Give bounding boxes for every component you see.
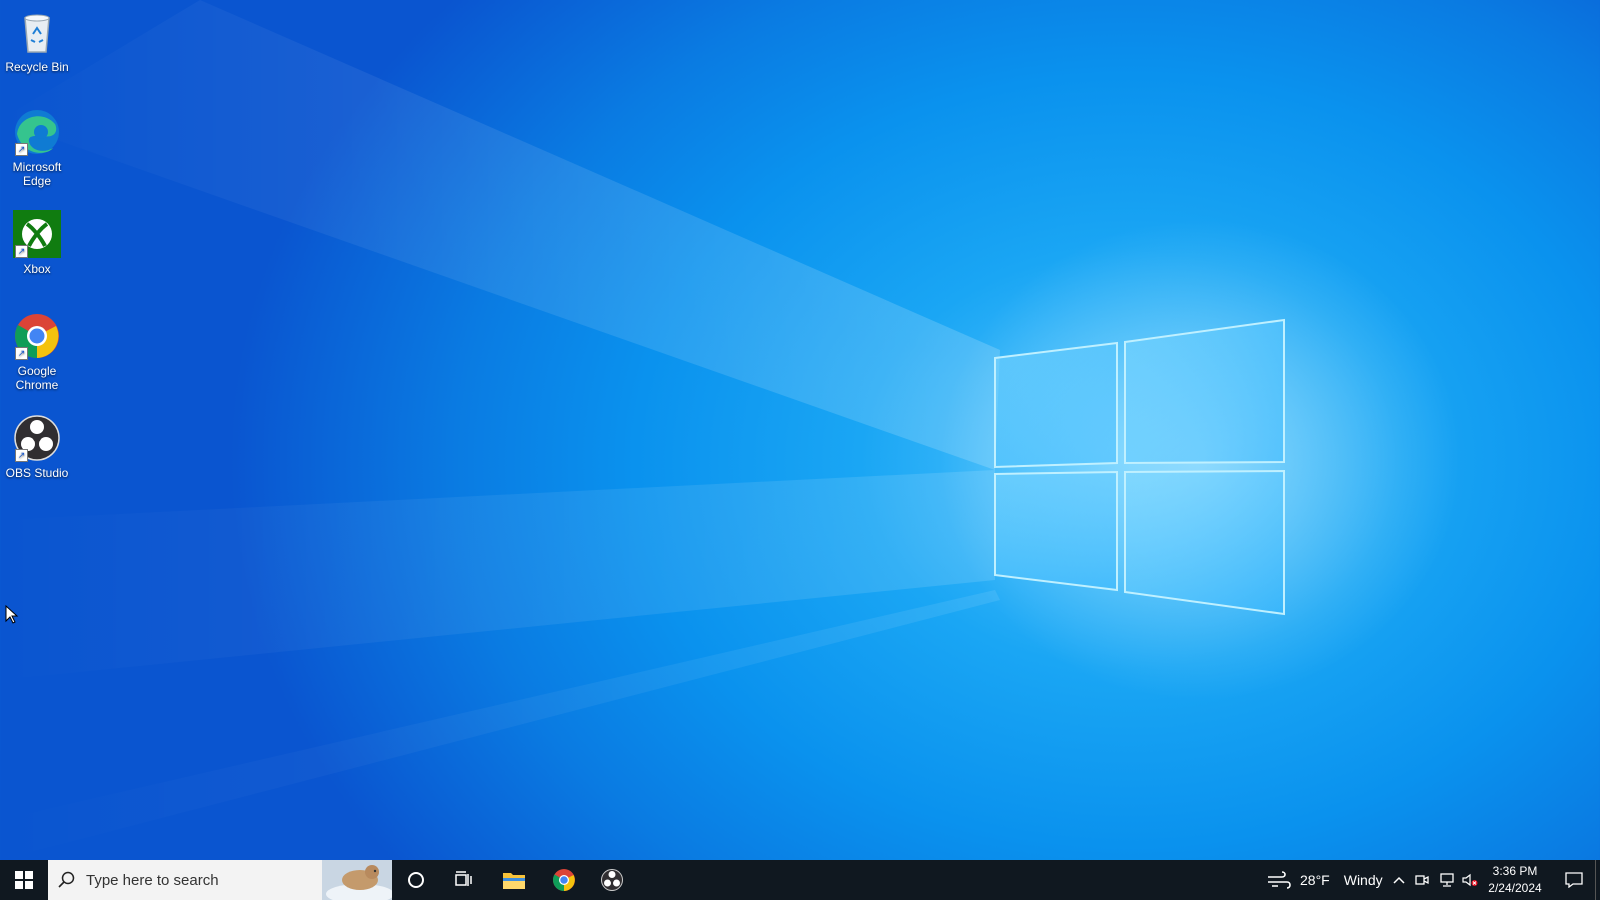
network-icon bbox=[1440, 873, 1454, 887]
task-view-icon bbox=[455, 871, 472, 886]
cortana-button[interactable] bbox=[392, 860, 440, 900]
shortcut-arrow-icon: ↗ bbox=[15, 143, 28, 156]
shortcut-arrow-icon: ↗ bbox=[15, 449, 28, 462]
chrome-taskbar-button[interactable] bbox=[540, 860, 588, 900]
search-box[interactable]: Type here to search bbox=[48, 860, 392, 900]
start-icon bbox=[15, 871, 33, 889]
notification-icon bbox=[1565, 872, 1583, 888]
task-view-button[interactable] bbox=[440, 860, 488, 900]
search-icon bbox=[58, 871, 75, 888]
recycle-bin-icon bbox=[13, 8, 61, 56]
volume-button[interactable] bbox=[1460, 860, 1480, 900]
file-explorer-icon bbox=[503, 873, 525, 889]
cortana-icon bbox=[408, 872, 424, 888]
clock[interactable]: 3:36 PM 2/24/2024 bbox=[1480, 863, 1550, 897]
light-beam bbox=[0, 470, 995, 680]
wallpaper bbox=[0, 0, 1460, 860]
xbox-icon: ↗ bbox=[13, 210, 61, 258]
camera-icon bbox=[1415, 875, 1429, 885]
edge-icon: ↗ bbox=[13, 108, 61, 156]
desktop-icon-label: Microsoft Edge bbox=[12, 160, 62, 188]
chevron-up-icon bbox=[1393, 876, 1405, 884]
chrome-icon: ↗ bbox=[13, 312, 61, 360]
desktop[interactable]: Recycle Bin ↗ Microsoft Edge ↗ Xbox ↗ Go… bbox=[0, 0, 1600, 860]
chrome-icon bbox=[553, 869, 575, 891]
obs-taskbar-button[interactable] bbox=[588, 860, 636, 900]
desktop-icon-label: Recycle Bin bbox=[5, 60, 69, 74]
desktop-icon-recycle-bin[interactable]: Recycle Bin bbox=[0, 8, 74, 74]
desktop-icon-google-chrome[interactable]: ↗ Google Chrome bbox=[0, 312, 74, 392]
search-highlight-image bbox=[322, 860, 392, 900]
network-button[interactable] bbox=[1436, 860, 1458, 900]
action-center-button[interactable] bbox=[1554, 860, 1594, 900]
weather-condition: Windy bbox=[1343, 872, 1383, 888]
desktop-icon-obs-studio[interactable]: ↗ OBS Studio bbox=[0, 414, 74, 480]
shortcut-arrow-icon: ↗ bbox=[15, 245, 28, 258]
taskbar: Type here to search 28°F Windy 3:36 PM 2… bbox=[0, 860, 1600, 900]
obs-icon: ↗ bbox=[13, 414, 61, 462]
shortcut-arrow-icon: ↗ bbox=[15, 347, 28, 360]
mouse-cursor-icon bbox=[5, 605, 19, 624]
start-button[interactable] bbox=[0, 860, 48, 900]
clock-date: 2/24/2024 bbox=[1488, 881, 1542, 895]
search-placeholder: Type here to search bbox=[86, 871, 219, 889]
weather-widget[interactable]: 28°F Windy bbox=[1266, 860, 1383, 900]
meet-now-button[interactable] bbox=[1412, 860, 1432, 900]
desktop-icon-label: Xbox bbox=[23, 262, 51, 276]
desktop-icon-microsoft-edge[interactable]: ↗ Microsoft Edge bbox=[0, 108, 74, 188]
show-hidden-icons-button[interactable] bbox=[1390, 860, 1408, 900]
clock-time: 3:36 PM bbox=[1492, 864, 1538, 878]
file-explorer-button[interactable] bbox=[490, 860, 538, 900]
obs-icon bbox=[601, 869, 623, 891]
desktop-icon-label: OBS Studio bbox=[5, 466, 69, 480]
desktop-icon-xbox[interactable]: ↗ Xbox bbox=[0, 210, 74, 276]
volume-muted-icon bbox=[1462, 873, 1478, 887]
weather-temperature: 28°F bbox=[1300, 872, 1330, 888]
desktop-icon-label: Google Chrome bbox=[15, 364, 59, 392]
show-desktop-button[interactable] bbox=[1595, 860, 1600, 900]
light-beam bbox=[0, 0, 1000, 470]
wind-icon bbox=[1268, 871, 1291, 889]
